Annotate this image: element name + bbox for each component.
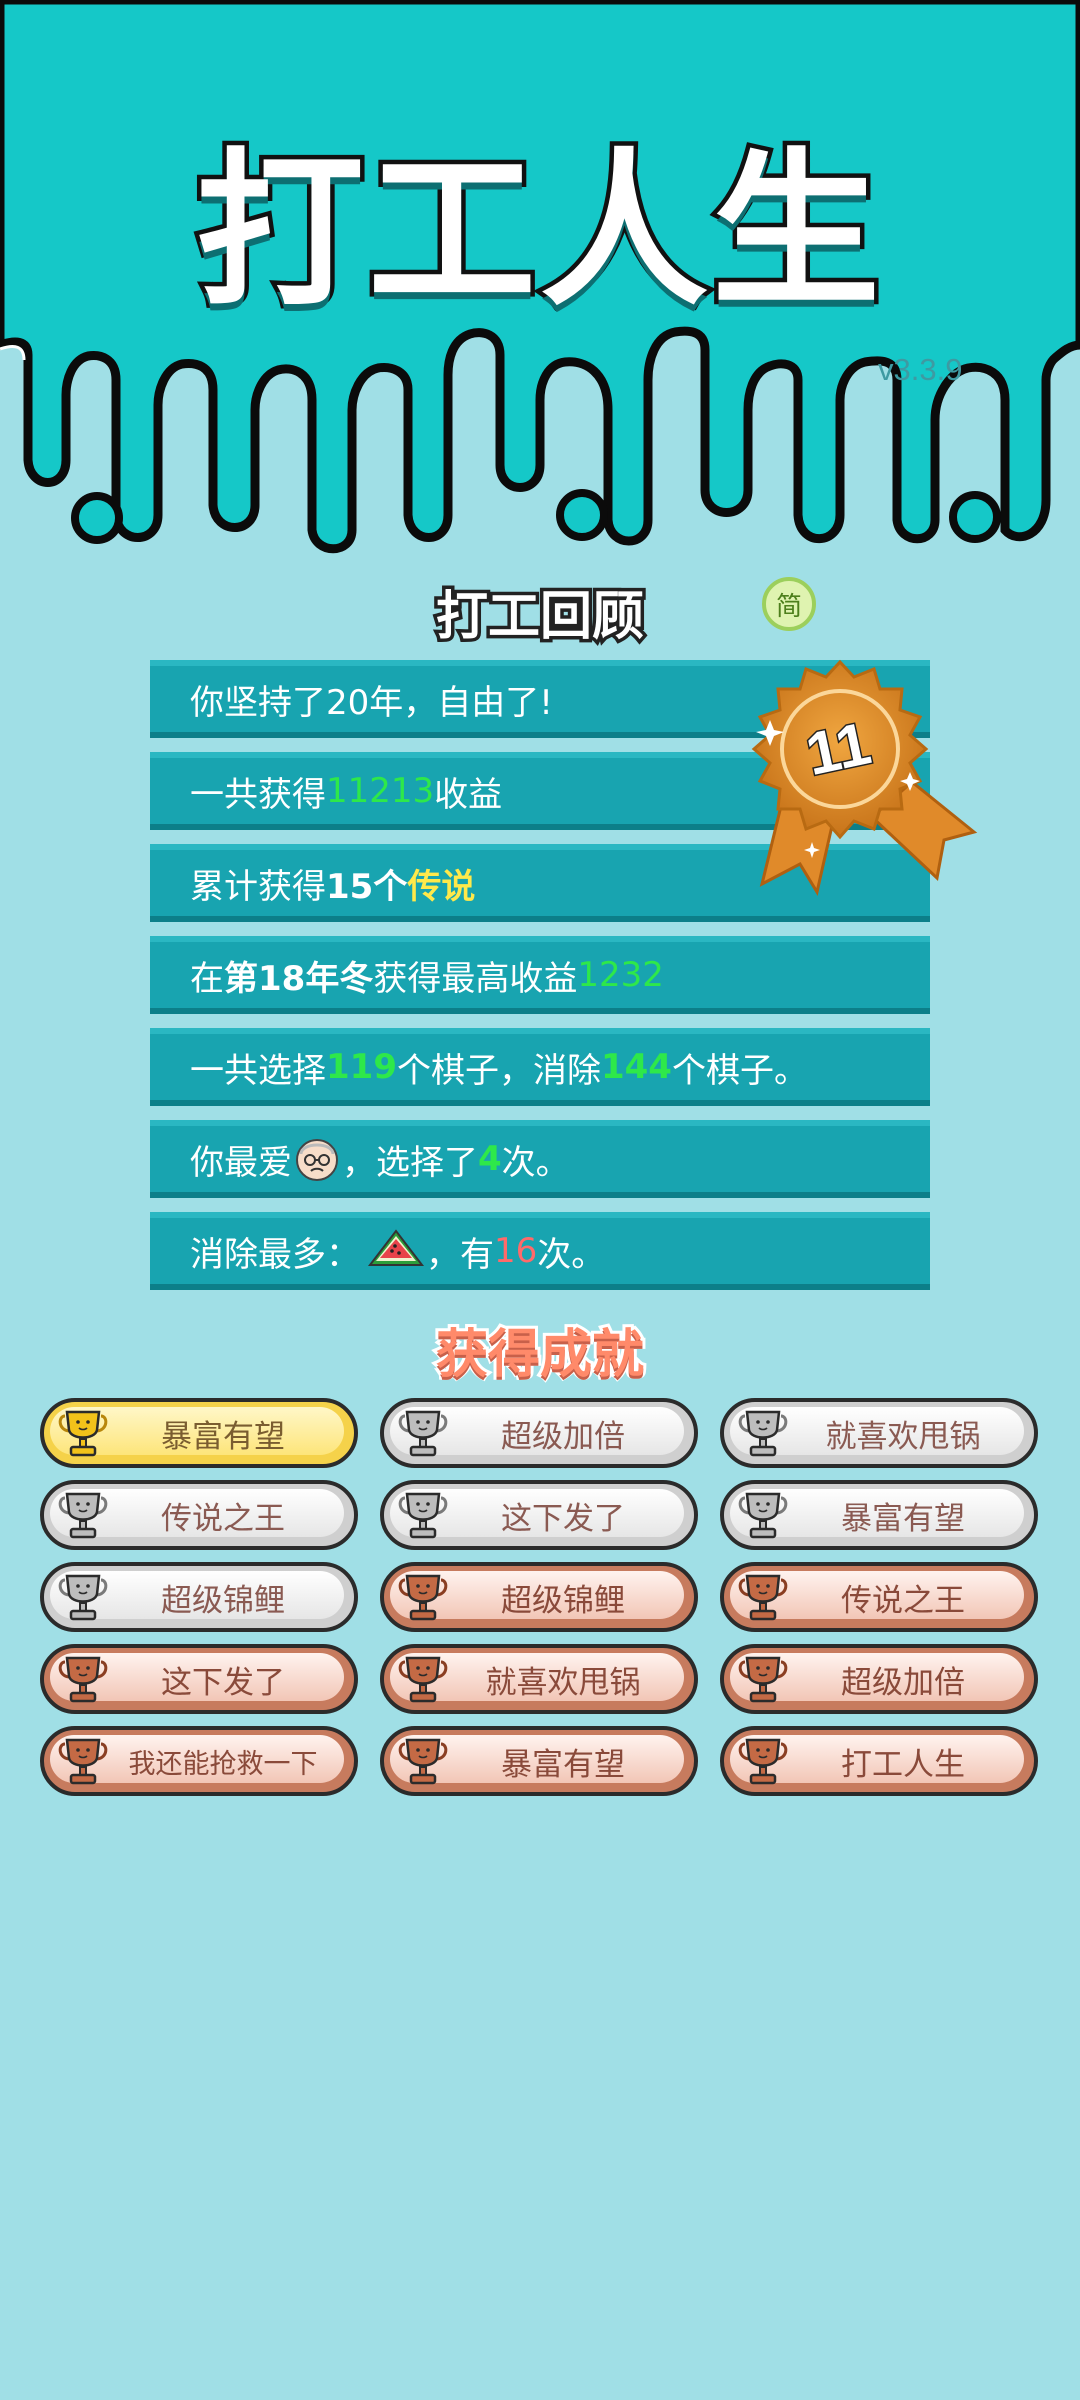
stat-text: 你最爱	[190, 1142, 292, 1183]
achievement-badge[interactable]: 就喜欢甩锅	[720, 1398, 1038, 1468]
achievement-label: 暴富有望	[161, 1418, 285, 1455]
stat-text: 次。	[537, 1234, 606, 1275]
achievement-badge[interactable]: 这下发了	[40, 1644, 358, 1714]
achievement-badge[interactable]: 传说之王	[720, 1562, 1038, 1632]
stat-text: 你坚持了20年，自由了!	[190, 682, 553, 723]
stat-text: 次。	[501, 1142, 570, 1183]
achievement-label: 打工人生	[841, 1746, 965, 1783]
legendary-count: 15个	[326, 866, 408, 907]
stat-text: 一共选择	[190, 1050, 326, 1091]
stat-text: 收益	[434, 774, 503, 815]
review-title: 打工回顾	[432, 584, 647, 651]
favorite-count: 4	[478, 1139, 502, 1179]
trophy-icon	[738, 1492, 788, 1539]
eliminated-count: 144	[600, 1047, 672, 1087]
header-banner: 打工人生 v3.3.9	[0, 0, 1080, 560]
achievement-label: 传说之王	[161, 1500, 285, 1537]
watermelon-icon	[367, 1229, 425, 1266]
achievement-badge[interactable]: 打工人生	[720, 1726, 1038, 1796]
trophy-icon	[58, 1738, 108, 1785]
achievement-label: 就喜欢甩锅	[825, 1418, 981, 1455]
trophy-icon	[58, 1574, 108, 1621]
achievement-label: 我还能抢救一下	[128, 1748, 318, 1780]
achievement-badge[interactable]: 就喜欢甩锅	[380, 1644, 698, 1714]
trophy-icon	[738, 1656, 788, 1703]
trophy-icon	[398, 1574, 448, 1621]
legendary-label: 传说	[407, 866, 476, 907]
achievement-label: 暴富有望	[841, 1500, 965, 1537]
achievement-badge[interactable]: 这下发了	[380, 1480, 698, 1550]
trophy-icon	[398, 1410, 448, 1457]
achievement-badge[interactable]: 传说之王	[40, 1480, 358, 1550]
achievement-badge[interactable]: 超级锦鲤	[40, 1562, 358, 1632]
achievement-badge[interactable]: 暴富有望	[380, 1726, 698, 1796]
achievement-label: 传说之王	[841, 1582, 965, 1619]
stat-row-favorite: 你最爱 ，选择了 4 次。	[150, 1120, 930, 1198]
trophy-icon	[58, 1492, 108, 1539]
achievement-label: 这下发了	[161, 1664, 285, 1701]
achievement-label: 超级锦鲤	[161, 1582, 285, 1619]
achievement-label: 超级加倍	[501, 1418, 625, 1455]
face-icon	[296, 1139, 338, 1181]
trophy-icon	[398, 1656, 448, 1703]
trophy-icon	[58, 1410, 108, 1457]
stat-text: 个棋子，消除	[396, 1050, 601, 1091]
achievements-title: 获得成就	[433, 1322, 647, 1388]
stat-row-best-season: 在 第18年冬 获得最高收益 1232	[150, 936, 930, 1014]
stat-text: 消除最多：	[190, 1234, 360, 1275]
trophy-icon	[58, 1656, 108, 1703]
best-income-value: 1232	[577, 955, 664, 995]
game-title: 打工人生	[192, 129, 885, 334]
stat-text: ，有	[426, 1234, 494, 1275]
version-label: v3.3.9	[878, 352, 963, 387]
trophy-icon	[738, 1410, 788, 1457]
achievement-badge[interactable]: 超级加倍	[380, 1398, 698, 1468]
achievement-badge[interactable]: 我还能抢救一下	[40, 1726, 358, 1796]
best-season: 第18年冬	[224, 958, 374, 999]
stat-text: 累计获得	[190, 866, 326, 907]
achievement-badge[interactable]: 超级加倍	[720, 1644, 1038, 1714]
stat-row-pieces: 一共选择 119 个棋子，消除 144 个棋子。	[150, 1028, 930, 1106]
medal-badge: 11	[751, 659, 978, 896]
trophy-icon	[738, 1574, 788, 1621]
stat-text: ，选择了	[342, 1142, 478, 1183]
achievement-label: 超级锦鲤	[501, 1582, 625, 1619]
eliminated-times: 16	[494, 1231, 538, 1271]
achievement-label: 暴富有望	[501, 1746, 625, 1783]
achievement-label: 就喜欢甩锅	[485, 1664, 641, 1701]
stat-text: 在	[190, 958, 224, 999]
achievement-label: 这下发了	[501, 1500, 625, 1537]
trophy-icon	[398, 1492, 448, 1539]
stat-text: 个棋子。	[671, 1050, 808, 1091]
achievement-badge[interactable]: 暴富有望	[40, 1398, 358, 1468]
trophy-icon	[738, 1738, 788, 1785]
stat-text: 一共获得	[190, 774, 326, 815]
stat-text: 获得最高收益	[373, 958, 578, 999]
selected-count: 119	[326, 1047, 397, 1087]
income-value: 11213	[326, 771, 435, 811]
achievement-label: 超级加倍	[841, 1664, 965, 1701]
language-toggle-button[interactable]: 简	[762, 577, 816, 631]
trophy-icon	[398, 1738, 448, 1785]
achievement-badge[interactable]: 暴富有望	[720, 1480, 1038, 1550]
stat-row-most-eliminated: 消除最多： ，有 16 次。	[150, 1212, 930, 1290]
achievement-badge[interactable]: 超级锦鲤	[380, 1562, 698, 1632]
